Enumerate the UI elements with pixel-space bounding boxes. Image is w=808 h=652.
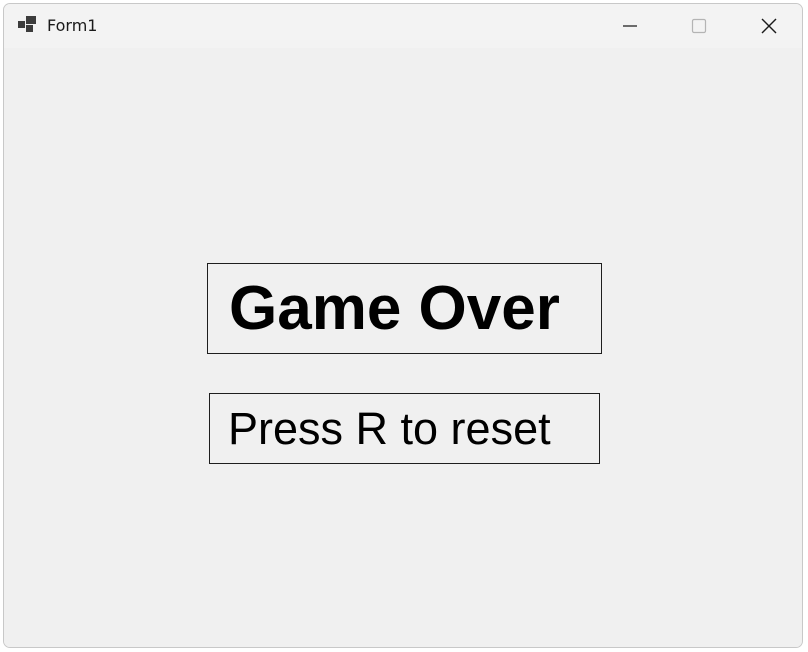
- close-button[interactable]: [739, 4, 799, 48]
- title-bar[interactable]: Form1: [4, 4, 802, 48]
- close-icon: [761, 18, 777, 34]
- maximize-button[interactable]: [669, 4, 729, 48]
- minimize-icon: [623, 25, 637, 27]
- reset-hint-label: Press R to reset: [209, 393, 600, 464]
- form-app-icon: [18, 16, 36, 32]
- minimize-button[interactable]: [600, 4, 660, 48]
- app-window: Form1 Game Over Press R to reset: [3, 3, 803, 648]
- form-client-area: Game Over Press R to reset: [4, 48, 802, 647]
- game-over-label: Game Over: [207, 263, 602, 354]
- maximize-icon: [691, 18, 707, 34]
- window-title: Form1: [47, 16, 98, 35]
